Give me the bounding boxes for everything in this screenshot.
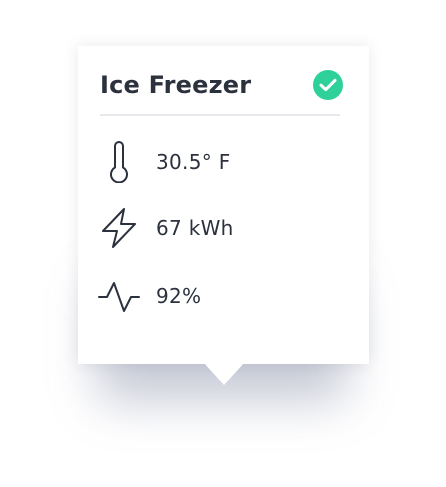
check-circle-icon <box>313 70 343 100</box>
activity-value: 92% <box>156 284 202 308</box>
metric-row-temperature: 30.5° F <box>98 140 231 184</box>
metric-row-activity: 92% <box>98 274 201 318</box>
header-divider <box>100 114 340 116</box>
activity-pulse-icon <box>98 274 140 318</box>
temperature-value: 30.5° F <box>156 150 231 174</box>
tooltip-stage: Ice Freezer 30.5° F 67 kWh 92% <box>0 0 446 487</box>
tooltip-caret <box>202 361 246 385</box>
device-title: Ice Freezer <box>100 71 252 99</box>
thermometer-icon <box>98 140 140 184</box>
card-header: Ice Freezer <box>100 68 343 102</box>
checkmark-glyph <box>319 78 337 92</box>
device-tooltip-card[interactable]: Ice Freezer 30.5° F 67 kWh 92% <box>78 46 369 364</box>
energy-value: 67 kWh <box>156 216 234 240</box>
metric-row-energy: 67 kWh <box>98 206 234 250</box>
lightning-icon <box>98 206 140 250</box>
